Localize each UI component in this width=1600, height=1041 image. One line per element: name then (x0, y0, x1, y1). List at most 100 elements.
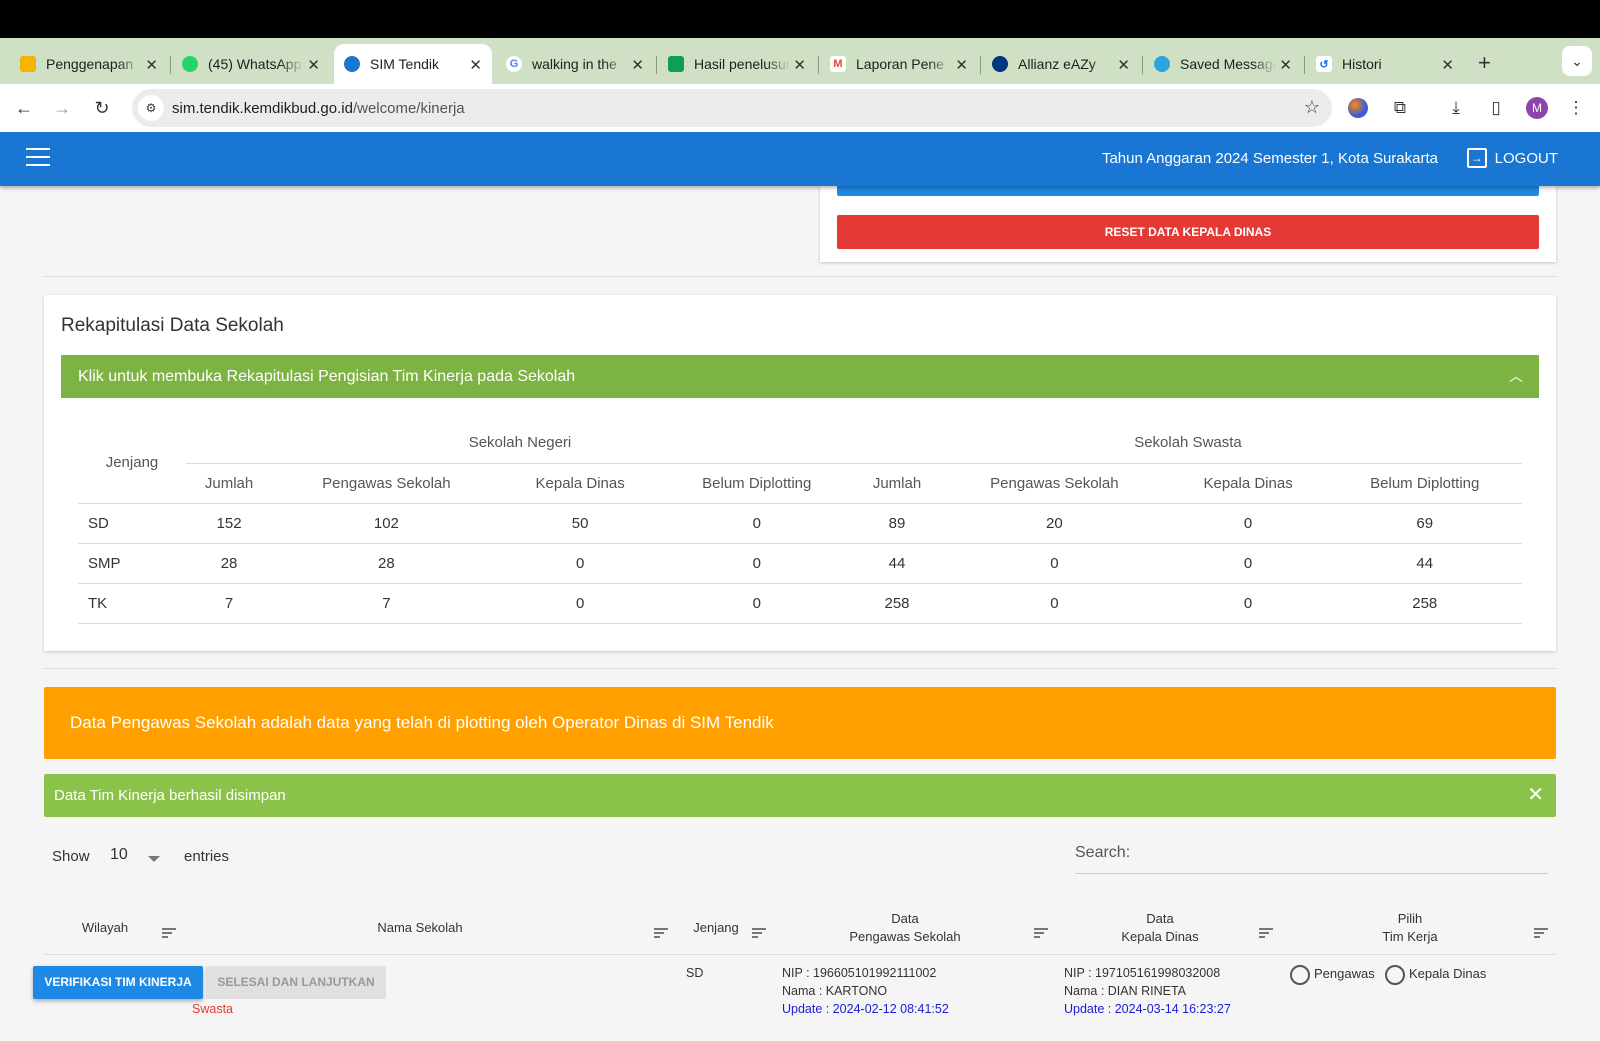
tab-divider (1142, 56, 1143, 74)
browser-chrome: Penggenapan ✕ (45) WhatsApp ✕ SIM Tendik… (0, 38, 1600, 132)
tab-penggenapan[interactable]: Penggenapan ✕ (10, 44, 168, 84)
sort-icon[interactable] (1534, 928, 1548, 938)
tab-whatsapp[interactable]: (45) WhatsApp ✕ (172, 44, 330, 84)
table-cell: 0 (500, 542, 660, 583)
header-jenjang[interactable]: Jenjang (686, 919, 746, 937)
site-info-icon[interactable]: ⚙ (138, 95, 164, 121)
table-cell: SD (78, 502, 186, 543)
close-tab-icon[interactable]: ✕ (1117, 56, 1130, 74)
sort-icon[interactable] (752, 928, 766, 938)
extensions-icon[interactable]: ⧉ (1388, 96, 1412, 120)
google-icon: G (506, 56, 522, 72)
table-cell: 0 (1168, 542, 1328, 583)
column-header: Pengawas Sekolah (990, 474, 1119, 492)
close-tab-icon[interactable]: ✕ (955, 56, 968, 74)
divider (44, 276, 1556, 277)
tab-divider (1304, 56, 1305, 74)
column-header: Kepala Dinas (535, 474, 625, 492)
slides-icon (20, 56, 36, 72)
header-data-kepala-dinas[interactable]: Data Kepala Dinas (1080, 910, 1240, 946)
telegram-icon (1154, 56, 1170, 72)
column-header: Jumlah (204, 474, 254, 492)
tab-divider (980, 56, 981, 74)
tab-gmail[interactable]: M Laporan Pene ✕ (820, 44, 978, 84)
radio-pengawas[interactable] (1290, 965, 1310, 985)
table-cell: TK (78, 582, 186, 624)
rekap-title: Rekapitulasi Data Sekolah (61, 315, 284, 336)
browser-toolbar: ← → ↻ ⚙ sim.tendik.kemdikbud.go.id/welco… (0, 84, 1600, 132)
table-row: TK 7 7 0 0 258 0 0 258 (78, 582, 1522, 624)
logout-icon: → (1466, 148, 1487, 168)
row-jenjang: SD (686, 966, 704, 980)
table-cell: 258 (1327, 582, 1522, 624)
table-cell: 0 (659, 542, 854, 583)
extension-orb-icon[interactable] (1348, 98, 1368, 118)
table-cell: 89 (853, 502, 941, 543)
tahun-anggaran: Tahun Anggaran 2024 Semester 1, Kota Sur… (1101, 150, 1438, 167)
menu-icon[interactable] (26, 148, 50, 168)
table-cell: 50 (500, 502, 660, 543)
table-cell: 7 (272, 582, 501, 624)
table-header-group-row: Jenjang Sekolah Negeri Sekolah Swasta (78, 423, 1522, 471)
header-pilih-tim-kerja[interactable]: Pilih Tim Kerja (1360, 910, 1460, 946)
reload-icon[interactable]: ↻ (88, 94, 116, 122)
header-nama-sekolah[interactable]: Nama Sekolah (330, 919, 510, 937)
bookmark-star-icon[interactable]: ☆ (1304, 97, 1320, 118)
close-tab-icon[interactable]: ✕ (631, 56, 644, 74)
sort-icon[interactable] (1259, 928, 1273, 938)
side-panel-icon[interactable]: ▯ (1484, 96, 1508, 120)
group-negeri: Sekolah Negeri (186, 423, 854, 464)
table-cell: 0 (1168, 582, 1328, 624)
chevron-up-icon: ︿ (1509, 368, 1523, 384)
rekap-collapse-toggle[interactable]: Klik untuk membuka Rekapitulasi Pengisia… (61, 355, 1539, 398)
table-cell: 28 (272, 542, 501, 583)
status-swasta: Swasta (192, 1002, 233, 1016)
close-alert-icon[interactable]: ✕ (1527, 774, 1544, 817)
address-bar[interactable]: ⚙ sim.tendik.kemdikbud.go.id/welcome/kin… (132, 89, 1332, 127)
table-cell: 258 (853, 582, 941, 624)
entries-select[interactable]: 10 (110, 846, 164, 872)
tab-histori[interactable]: ↺ Histori ✕ (1306, 44, 1464, 84)
tab-search-icon[interactable]: ⌄ (1562, 46, 1592, 76)
close-tab-icon[interactable]: ✕ (1441, 56, 1454, 74)
more-menu-icon[interactable]: ⋮ (1564, 96, 1588, 120)
whatsapp-icon (182, 56, 198, 72)
new-tab-icon[interactable]: + (1478, 50, 1491, 76)
table-cell: 0 (659, 502, 854, 543)
close-tab-icon[interactable]: ✕ (793, 56, 806, 74)
forward-icon[interactable]: → (48, 94, 76, 122)
sort-icon[interactable] (162, 928, 176, 938)
back-icon[interactable]: ← (10, 94, 38, 122)
tab-google-search[interactable]: G walking in the ✕ (496, 44, 654, 84)
allianz-icon (992, 56, 1008, 72)
url-text: sim.tendik.kemdikbud.go.id/welcome/kiner… (172, 99, 465, 117)
table-cell: SMP (78, 542, 186, 583)
close-tab-icon[interactable]: ✕ (1279, 56, 1292, 74)
sort-icon[interactable] (1034, 928, 1048, 938)
sort-icon[interactable] (654, 928, 668, 938)
download-icon[interactable]: ⤓ (1444, 96, 1468, 120)
reset-kepala-dinas-button[interactable]: RESET DATA KEPALA DINAS (837, 215, 1539, 249)
header-data-pengawas[interactable]: Data Pengawas Sekolah (830, 910, 980, 946)
radio-kepala-dinas[interactable] (1385, 965, 1405, 985)
header-wilayah[interactable]: Wilayah (70, 919, 140, 937)
tab-sim-tendik[interactable]: SIM Tendik ✕ (334, 44, 492, 84)
close-tab-icon[interactable]: ✕ (145, 56, 158, 74)
close-tab-icon[interactable]: ✕ (307, 56, 320, 74)
close-tab-icon[interactable]: ✕ (469, 56, 482, 74)
logout-button[interactable]: → LOGOUT (1466, 148, 1558, 168)
column-header: Belum Diplotting (1370, 474, 1480, 492)
table-cell: 0 (659, 582, 854, 624)
search-input[interactable]: Search: (1075, 844, 1548, 874)
tab-allianz[interactable]: Allianz eAZy ✕ (982, 44, 1140, 84)
drive-icon (668, 56, 684, 72)
table-cell: 0 (1168, 502, 1328, 543)
profile-avatar[interactable]: M (1526, 97, 1548, 119)
tab-telegram[interactable]: Saved Messages ✕ (1144, 44, 1302, 84)
table-row: SMP 28 28 0 0 44 0 0 44 (78, 542, 1522, 583)
table-cell: 69 (1327, 502, 1522, 543)
selesai-dan-lanjutkan-button[interactable]: SELESAI DAN LANJUTKAN (206, 966, 386, 999)
entries-label: entries (184, 848, 230, 865)
verifikasi-tim-kinerja-button[interactable]: VERIFIKASI TIM KINERJA (33, 966, 203, 999)
tab-drive[interactable]: Hasil penelusuran ✕ (658, 44, 816, 84)
